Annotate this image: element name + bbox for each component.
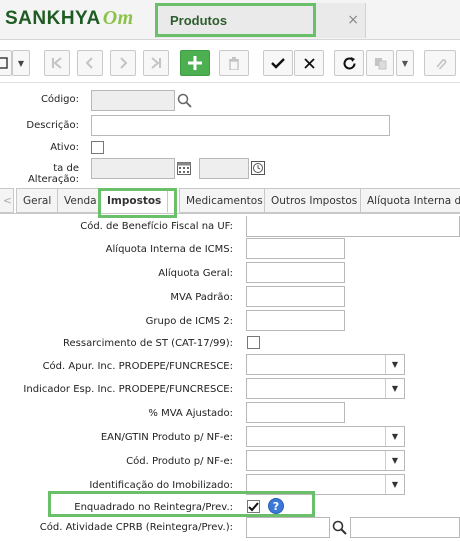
clock-icon[interactable] [251, 161, 265, 178]
close-icon[interactable]: × [347, 12, 359, 28]
ativo-label: Ativo: [50, 142, 79, 153]
detail-tabs: < Geral Venda Impostos Medicamentos Outr… [0, 186, 460, 214]
aliquota-icms-label: Alíquota Interna de ICMS: [105, 244, 233, 255]
tab-geral[interactable]: Geral [16, 188, 59, 213]
ressarcimento-label: Ressarcimento de ST (CAT-17/99): [63, 338, 233, 349]
first-record-icon[interactable] [44, 50, 70, 76]
delete-icon[interactable] [219, 50, 249, 76]
dropdown-icon[interactable]: ▼ [12, 50, 30, 76]
tab-scroll-left[interactable]: < [0, 188, 14, 213]
cod-produto-select[interactable]: ▼ [246, 450, 405, 471]
cprb-code-field[interactable] [246, 517, 330, 538]
indicador-prodepe-label: Indicador Esp. Inc. PRODEPE/FUNCRESCE: [23, 384, 233, 395]
tab-medicamentos[interactable]: Medicamentos [179, 188, 270, 213]
apur-prodepe-select[interactable]: ▼ [246, 354, 405, 375]
highlight-reintegra [48, 491, 315, 517]
tab-outros-impostos[interactable]: Outros Impostos [264, 188, 365, 213]
search-icon[interactable] [332, 520, 347, 538]
cod-produto-label: Cód. Produto p/ NF-e: [126, 456, 233, 467]
apur-prodepe-label: Cód. Apur. Inc. PRODEPE/FUNCRESCE: [42, 361, 233, 372]
ativo-checkbox[interactable] [91, 141, 104, 154]
tab-aliquota-interna[interactable]: Alíquota Interna de [360, 188, 460, 213]
chevron-down-icon: ▼ [385, 475, 404, 494]
copy-icon[interactable] [366, 50, 394, 76]
chevron-down-icon: ▼ [385, 427, 404, 446]
dropdown-icon[interactable]: ▼ [396, 50, 414, 76]
logo-om: Om [102, 7, 134, 29]
toolbar: ▼ ▼ [0, 41, 460, 83]
attach-icon[interactable] [424, 50, 456, 76]
data-alteracao-field[interactable] [91, 158, 175, 179]
sankhya-logo: SANKHYA Om [5, 7, 134, 30]
search-icon[interactable] [177, 93, 192, 111]
data-alteracao-label: ta de Alteração: [27, 163, 79, 185]
cprb-description-field[interactable] [350, 517, 460, 538]
menu-icon[interactable] [0, 50, 12, 76]
mva-ajustado-label: % MVA Ajustado: [148, 408, 233, 419]
cprb-label: Cód. Atividade CPRB (Reintegra/Prev.): [39, 522, 233, 533]
beneficio-fiscal-field[interactable] [246, 216, 460, 237]
highlight-produtos-tab [155, 3, 316, 37]
codigo-field[interactable] [91, 90, 175, 111]
calendar-icon[interactable] [177, 162, 191, 178]
tab-venda[interactable]: Venda [57, 188, 104, 213]
aliquota-geral-field[interactable] [246, 262, 345, 283]
beneficio-fiscal-label: Cód. de Benefício Fiscal na UF: [80, 221, 233, 232]
mva-ajustado-field[interactable] [246, 402, 345, 423]
last-record-icon[interactable] [143, 50, 169, 76]
descricao-label: Descrição: [26, 120, 79, 131]
mva-padrao-label: MVA Padrão: [170, 292, 233, 303]
aliquota-geral-label: Alíquota Geral: [158, 268, 233, 279]
imobilizado-label: Identificação do Imobilizado: [89, 480, 233, 491]
logo-text: SANKHYA [5, 8, 101, 29]
hora-alteracao-field[interactable] [199, 158, 249, 179]
indicador-prodepe-select[interactable]: ▼ [246, 378, 405, 399]
ean-gtin-label: EAN/GTIN Produto p/ NF-e: [100, 432, 233, 443]
previous-record-icon[interactable] [77, 50, 103, 76]
refresh-icon[interactable] [334, 50, 364, 76]
ressarcimento-checkbox[interactable] [247, 336, 260, 349]
codigo-label: Código: [40, 94, 79, 105]
add-icon[interactable] [180, 50, 210, 76]
next-record-icon[interactable] [110, 50, 136, 76]
grupo-icms-field[interactable] [246, 310, 345, 331]
save-icon[interactable] [263, 50, 293, 76]
cancel-icon[interactable] [294, 50, 324, 76]
chevron-down-icon: ▼ [385, 355, 404, 374]
grupo-icms-label: Grupo de ICMS 2: [145, 316, 233, 327]
ean-gtin-select[interactable]: ▼ [246, 426, 405, 447]
chevron-down-icon: ▼ [385, 451, 404, 470]
chevron-down-icon: ▼ [385, 379, 404, 398]
highlight-impostos-tab [98, 188, 177, 218]
top-bar: SANKHYA Om Produtos × [0, 0, 460, 40]
mva-padrao-field[interactable] [246, 286, 345, 307]
descricao-field[interactable] [91, 115, 390, 136]
aliquota-icms-field[interactable] [246, 238, 345, 259]
